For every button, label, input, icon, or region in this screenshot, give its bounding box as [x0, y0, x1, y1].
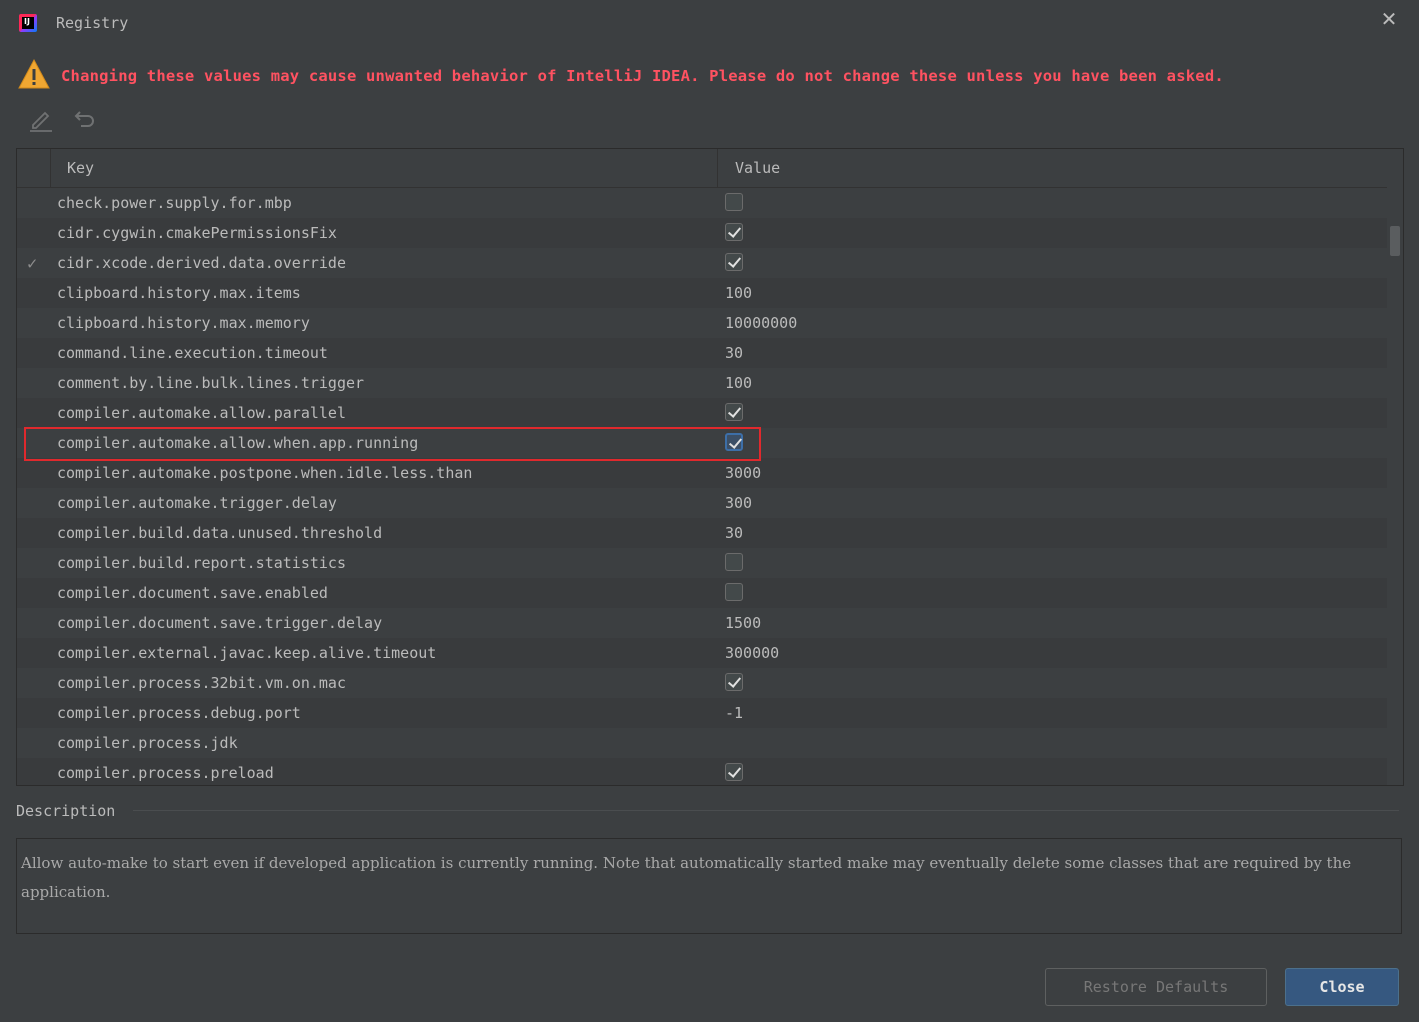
registry-key: comment.by.line.bulk.lines.trigger — [57, 374, 365, 392]
registry-key: cidr.xcode.derived.data.override — [57, 254, 346, 272]
registry-table: Key Value check.power.supply.for.mbp cidr… — [16, 148, 1404, 786]
table-row[interactable]: command.line.execution.timeout 30 — [17, 338, 1387, 368]
warning-banner: Changing these values may cause unwanted… — [18, 58, 1408, 92]
table-row[interactable]: compiler.process.preload — [17, 758, 1387, 785]
table-row[interactable]: compiler.external.javac.keep.alive.timeo… — [17, 638, 1387, 668]
undo-icon[interactable] — [72, 106, 98, 132]
pencil-icon[interactable] — [28, 106, 54, 132]
table-row[interactable]: compiler.build.data.unused.threshold 30 — [17, 518, 1387, 548]
description-panel: Allow auto-make to start even if develop… — [16, 838, 1402, 934]
close-button[interactable]: Close — [1285, 968, 1399, 1006]
description-text: Allow auto-make to start even if develop… — [21, 854, 1352, 901]
description-label: Description — [16, 802, 116, 820]
registry-key: check.power.supply.for.mbp — [57, 194, 292, 212]
registry-key: compiler.automake.allow.when.app.running — [57, 434, 419, 452]
restore-defaults-button[interactable]: Restore Defaults — [1045, 968, 1267, 1006]
window-title: Registry — [56, 14, 129, 32]
registry-key: clipboard.history.max.memory — [57, 314, 310, 332]
table-row[interactable]: compiler.build.report.statistics — [17, 548, 1387, 578]
value-checkbox[interactable] — [725, 253, 743, 271]
table-header: Key Value — [17, 149, 1387, 188]
registry-key: cidr.cygwin.cmakePermissionsFix — [57, 224, 337, 242]
value-checkbox[interactable] — [725, 583, 743, 601]
table-row[interactable]: check.power.supply.for.mbp — [17, 188, 1387, 218]
modified-check-icon: ✓ — [27, 254, 38, 274]
table-row[interactable]: compiler.document.save.enabled — [17, 578, 1387, 608]
value-checkbox[interactable] — [725, 763, 743, 781]
value-checkbox[interactable] — [725, 403, 743, 421]
title-bar: IJ Registry ✕ — [0, 0, 1419, 46]
registry-key: compiler.document.save.trigger.delay — [57, 614, 383, 632]
registry-key: compiler.automake.trigger.delay — [57, 494, 337, 512]
table-row[interactable]: compiler.automake.trigger.delay 300 — [17, 488, 1387, 518]
column-header-value[interactable]: Value — [735, 159, 780, 177]
table-row[interactable]: comment.by.line.bulk.lines.trigger 100 — [17, 368, 1387, 398]
value-field[interactable]: 1500 — [725, 614, 761, 632]
value-field[interactable]: 10000000 — [725, 314, 797, 332]
registry-key: compiler.process.preload — [57, 764, 274, 782]
warning-text: Changing these values may cause unwanted… — [61, 67, 1224, 85]
value-checkbox[interactable] — [725, 433, 743, 451]
table-row[interactable]: compiler.automake.postpone.when.idle.les… — [17, 458, 1387, 488]
value-field[interactable]: 100 — [725, 284, 752, 302]
table-row[interactable]: compiler.document.save.trigger.delay 1500 — [17, 608, 1387, 638]
registry-key: compiler.external.javac.keep.alive.timeo… — [57, 644, 437, 662]
table-body: check.power.supply.for.mbp cidr.cygwin.cm… — [17, 188, 1387, 785]
vertical-scrollbar[interactable] — [1387, 149, 1403, 785]
registry-key: compiler.process.debug.port — [57, 704, 301, 722]
registry-key: clipboard.history.max.items — [57, 284, 301, 302]
table-row[interactable]: clipboard.history.max.memory 10000000 — [17, 308, 1387, 338]
value-checkbox[interactable] — [725, 673, 743, 691]
value-checkbox[interactable] — [725, 553, 743, 571]
value-checkbox[interactable] — [725, 223, 743, 241]
registry-key: compiler.process.jdk — [57, 734, 238, 752]
gutter-header — [17, 149, 51, 187]
table-row[interactable]: compiler.process.debug.port -1 — [17, 698, 1387, 728]
registry-key: compiler.automake.allow.parallel — [57, 404, 346, 422]
column-divider — [717, 149, 718, 187]
value-field[interactable]: 30 — [725, 524, 743, 542]
registry-key: compiler.document.save.enabled — [57, 584, 328, 602]
scrollbar-thumb[interactable] — [1390, 226, 1400, 256]
intellij-logo-icon: IJ — [19, 14, 37, 32]
table-row[interactable]: compiler.process.32bit.vm.on.mac — [17, 668, 1387, 698]
registry-key: compiler.build.report.statistics — [57, 554, 346, 572]
value-field[interactable]: 100 — [725, 374, 752, 392]
table-row[interactable]: clipboard.history.max.items 100 — [17, 278, 1387, 308]
table-row[interactable]: compiler.process.jdk — [17, 728, 1387, 758]
table-row[interactable]: ✓ cidr.xcode.derived.data.override — [17, 248, 1387, 278]
description-separator — [133, 810, 1399, 811]
table-row[interactable]: compiler.automake.allow.parallel — [17, 398, 1387, 428]
warning-icon — [18, 58, 50, 89]
registry-key: compiler.build.data.unused.threshold — [57, 524, 383, 542]
table-row[interactable]: compiler.automake.allow.when.app.running — [17, 428, 1387, 458]
registry-key: compiler.process.32bit.vm.on.mac — [57, 674, 346, 692]
value-field[interactable]: 300000 — [725, 644, 779, 662]
value-field[interactable]: 30 — [725, 344, 743, 362]
registry-key: command.line.execution.timeout — [57, 344, 328, 362]
value-field[interactable]: 300 — [725, 494, 752, 512]
value-field[interactable]: 3000 — [725, 464, 761, 482]
column-header-key[interactable]: Key — [67, 159, 94, 177]
table-row[interactable]: cidr.cygwin.cmakePermissionsFix — [17, 218, 1387, 248]
close-icon[interactable]: ✕ — [1378, 8, 1400, 30]
value-checkbox[interactable] — [725, 193, 743, 211]
value-field[interactable]: -1 — [725, 704, 743, 722]
registry-key: compiler.automake.postpone.when.idle.les… — [57, 464, 473, 482]
